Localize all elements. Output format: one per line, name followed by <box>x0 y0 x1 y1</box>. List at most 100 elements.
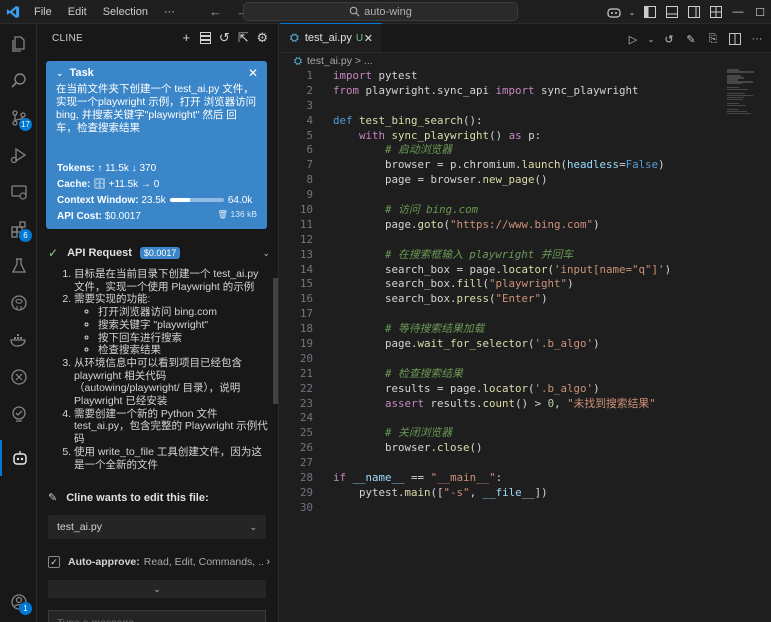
sidebar-scrollbar[interactable] <box>273 278 278 404</box>
auto-approve-row[interactable]: ✓ Auto-approve: Read, Edit, Commands, ..… <box>48 554 270 570</box>
list-item: 目标是在当前目录下创建一个 test_ai.py 文件，实现一个使用 Playw… <box>74 268 270 293</box>
toggle-sidebar-icon[interactable] <box>639 0 661 24</box>
remote-connection-icon[interactable] <box>0 359 37 395</box>
edit-pencil-icon[interactable]: ✎ <box>683 31 699 47</box>
maximize-icon[interactable]: ☐ <box>749 0 771 24</box>
source-control-icon[interactable]: 17 <box>0 100 37 136</box>
code-text: # 启动浏览器 <box>385 143 453 157</box>
account-icon[interactable]: 1 <box>0 584 37 620</box>
code-line[interactable]: 15 search_box.fill("playwright") <box>280 277 720 292</box>
chevron-right-icon[interactable]: › <box>266 556 270 568</box>
line-number: 27 <box>299 456 313 470</box>
code-line[interactable]: 2 from playwright.sync_api import sync_pl… <box>280 84 720 99</box>
history-icon[interactable]: ↺ <box>217 30 232 45</box>
settings-gear-icon[interactable]: ⚙ <box>255 30 270 45</box>
line-number: 9 <box>306 188 313 202</box>
line-number: 2 <box>306 83 313 97</box>
timeline-check-icon[interactable] <box>0 396 37 432</box>
copilot-icon[interactable] <box>603 0 625 24</box>
menu-selection[interactable]: Selection <box>103 6 148 18</box>
extensions-icon[interactable]: 6 <box>0 211 37 247</box>
sidebar-header: CLINE + ↺ ⇱ ⚙ <box>37 24 278 53</box>
more-actions-icon[interactable]: ··· <box>749 31 765 47</box>
code-line[interactable]: 11 page.goto("https://www.bing.com") <box>280 218 720 233</box>
menu-file[interactable]: File <box>34 6 52 18</box>
code-line[interactable]: 9 <box>280 188 720 203</box>
code-line[interactable]: 25 # 关闭浏览器 <box>280 426 720 441</box>
code-line[interactable]: 29 pytest.main(["-s", __file__]) <box>280 486 720 501</box>
mcp-servers-icon[interactable] <box>198 30 213 45</box>
edit-file-title: ✎ Cline wants to edit this file: <box>48 491 209 505</box>
open-changes-icon[interactable]: ⎘ <box>705 31 721 47</box>
tab-test-ai-py[interactable]: ⛭ test_ai.py U ✕ <box>280 23 382 52</box>
code-line[interactable]: 5 with sync_playwright() as p: <box>280 129 720 144</box>
code-line[interactable]: 14 search_box = page.locator('input[name… <box>280 263 720 278</box>
minimap[interactable] <box>727 69 757 119</box>
code-line[interactable]: 28 if __name__ == "__main__": <box>280 471 720 486</box>
code-line[interactable]: 16 search_box.press("Enter") <box>280 292 720 307</box>
code-line[interactable]: 26 browser.close() <box>280 441 720 456</box>
chevron-down-icon[interactable]: ⌄ <box>262 248 270 259</box>
toggle-panel-icon[interactable] <box>661 0 683 24</box>
popout-icon[interactable]: ⇱ <box>236 30 251 45</box>
close-tab-icon[interactable]: ✕ <box>364 32 373 45</box>
run-dropdown-icon[interactable]: ⌄ <box>647 31 655 47</box>
code-editor[interactable]: 1 import pytest 2 from playwright.sync_api … <box>280 69 720 516</box>
breadcrumb[interactable]: ⛭ test_ai.py > ... <box>280 53 771 69</box>
nav-back-icon[interactable]: ← <box>209 4 222 19</box>
new-task-icon[interactable]: + <box>179 30 194 45</box>
code-line[interactable]: 7 browser = p.chromium.launch(headless=F… <box>280 158 720 173</box>
code-line[interactable]: 24 <box>280 411 720 426</box>
task-header[interactable]: ⌄ Task <box>56 67 257 79</box>
cline-robot-icon[interactable] <box>0 440 37 476</box>
search-view-icon[interactable] <box>0 63 37 99</box>
api-request-header[interactable]: ✓ API Request $0.0017 ⌄ <box>48 244 270 262</box>
code-line[interactable]: 12 <box>280 233 720 248</box>
timeline-history-icon[interactable]: ↺ <box>661 31 677 47</box>
code-line[interactable]: 23 assert results.count() > 0, "未找到搜索结果" <box>280 397 720 412</box>
code-line[interactable]: 19 page.wait_for_selector('.b_algo') <box>280 337 720 352</box>
toggle-secondary-sidebar-icon[interactable] <box>683 0 705 24</box>
auto-approve-checkbox[interactable]: ✓ <box>48 556 60 568</box>
menu-more[interactable]: ··· <box>164 6 175 18</box>
code-line[interactable]: 20 <box>280 352 720 367</box>
code-line[interactable]: 4 def test_bing_search(): <box>280 114 720 129</box>
split-editor-icon[interactable] <box>727 31 743 47</box>
command-center-search[interactable]: auto-wing <box>243 2 518 21</box>
cache-size[interactable]: 🗑 136 kB <box>217 209 257 220</box>
code-line[interactable]: 22 results = page.locator('.b_algo') <box>280 382 720 397</box>
docker-icon[interactable] <box>0 322 37 358</box>
minimize-icon[interactable]: — <box>727 0 749 24</box>
remote-explorer-icon[interactable] <box>0 174 37 210</box>
menu-edit[interactable]: Edit <box>68 6 87 18</box>
code-line[interactable]: 3 <box>280 99 720 114</box>
context-used: 23.5k <box>141 195 166 206</box>
code-line[interactable]: 13 # 在搜索框输入 playwright 并回车 <box>280 248 720 263</box>
task-label: Task <box>69 67 94 79</box>
code-line[interactable]: 17 <box>280 307 720 322</box>
expand-button[interactable]: ⌄ <box>48 580 266 598</box>
chevron-down-icon[interactable]: ⌄ <box>56 68 64 79</box>
github-icon[interactable] <box>0 285 37 321</box>
code-line[interactable]: 21 # 检查搜索结果 <box>280 367 720 382</box>
code-line[interactable]: 30 <box>280 501 720 516</box>
testing-flask-icon[interactable] <box>0 248 37 284</box>
code-line[interactable]: 18 # 等待搜索结果加载 <box>280 322 720 337</box>
code-line[interactable]: 27 <box>280 456 720 471</box>
edited-file-dropdown[interactable]: test_ai.py ⌄ <box>48 515 266 539</box>
message-input[interactable]: Type a message... <box>48 610 266 622</box>
code-line[interactable]: 8 page = browser.new_page() <box>280 173 720 188</box>
customize-layout-icon[interactable] <box>705 0 727 24</box>
context-label: Context Window: <box>57 195 139 206</box>
explorer-icon[interactable] <box>0 26 37 62</box>
code-line[interactable]: 6 # 启动浏览器 <box>280 143 720 158</box>
code-text: with sync_playwright() as p: <box>359 128 542 142</box>
run-file-icon[interactable]: ▷ <box>625 31 641 47</box>
run-debug-icon[interactable] <box>0 137 37 173</box>
sub-list-item: 打开浏览器访问 bing.com <box>98 306 270 319</box>
code-line[interactable]: 1 import pytest <box>280 69 720 84</box>
copilot-dropdown-icon[interactable]: ⌄ <box>625 0 639 24</box>
code-line[interactable]: 10 # 访问 bing.com <box>280 203 720 218</box>
close-task-icon[interactable]: ✕ <box>248 66 258 80</box>
